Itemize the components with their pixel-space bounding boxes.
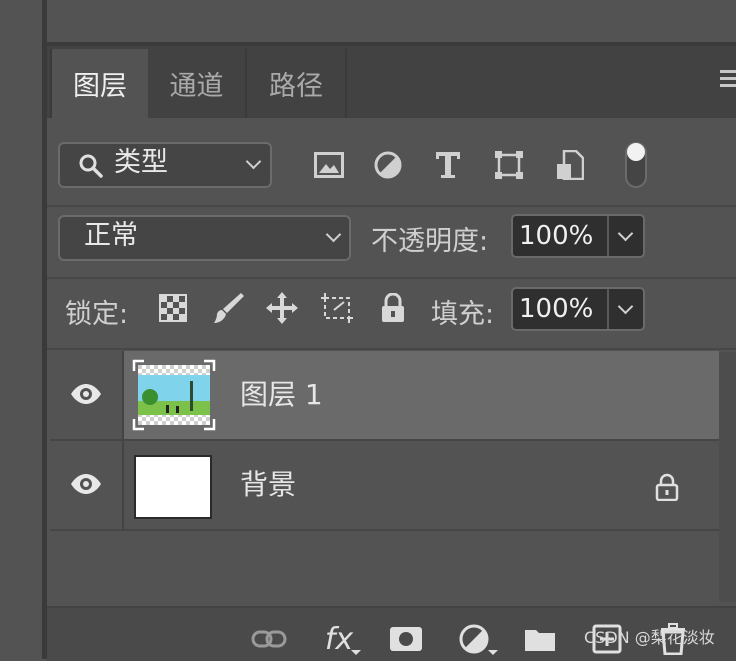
filter-toggle[interactable] bbox=[625, 142, 647, 188]
lock-transparent-icon[interactable] bbox=[156, 290, 190, 326]
layer-name[interactable]: 图层 1 bbox=[240, 351, 323, 439]
fx-icon[interactable]: fx bbox=[319, 621, 361, 657]
fill-value: 100% bbox=[519, 294, 594, 324]
chevron-down-icon bbox=[325, 226, 342, 243]
tab-channels[interactable]: 通道 bbox=[148, 49, 247, 118]
search-icon bbox=[79, 154, 103, 178]
lock-label: 锁定: bbox=[65, 299, 129, 330]
pixel-filter-icon[interactable] bbox=[312, 147, 346, 183]
tab-layers-label: 图层 bbox=[73, 71, 127, 102]
layer-thumbnail-white[interactable] bbox=[134, 455, 212, 519]
fx-dropdown-marker bbox=[351, 650, 361, 655]
chevron-down-icon[interactable] bbox=[617, 225, 634, 242]
filter-kind-select[interactable]: 类型 bbox=[58, 142, 272, 188]
divider bbox=[47, 277, 736, 279]
chevron-down-icon[interactable] bbox=[617, 298, 634, 315]
adjustment-filter-icon[interactable] bbox=[371, 147, 405, 183]
mask-icon[interactable] bbox=[386, 622, 426, 656]
opacity-input[interactable]: 100% bbox=[511, 214, 645, 258]
lock-icon[interactable] bbox=[655, 473, 679, 501]
layer-row-background[interactable]: 背景 bbox=[50, 441, 719, 529]
blend-mode-select[interactable]: 正常 bbox=[58, 215, 351, 261]
lock-artboard-icon[interactable] bbox=[320, 290, 354, 326]
toggle-knob bbox=[627, 143, 645, 161]
opacity-value: 100% bbox=[519, 221, 594, 251]
lock-pixels-brush-icon[interactable] bbox=[212, 290, 246, 326]
visibility-column bbox=[50, 441, 124, 529]
fx-label: fx bbox=[324, 621, 354, 657]
divider bbox=[47, 205, 736, 207]
layers-scrollbar[interactable] bbox=[719, 352, 736, 602]
filter-kind-label: 类型 bbox=[114, 147, 168, 178]
watermark-text: CSDN @梨花淡妆 bbox=[584, 628, 715, 647]
layer-thumbnail-image[interactable] bbox=[130, 357, 218, 433]
eye-icon[interactable] bbox=[70, 473, 102, 495]
chevron-down-icon bbox=[245, 153, 262, 170]
left-gutter bbox=[0, 0, 42, 659]
link-icon[interactable] bbox=[249, 622, 289, 656]
lock-all-icon[interactable] bbox=[376, 290, 410, 326]
blend-mode-label: 正常 bbox=[84, 220, 138, 251]
layer-name[interactable]: 背景 bbox=[240, 441, 296, 529]
divider bbox=[50, 529, 719, 531]
panel-menu-icon[interactable] bbox=[720, 70, 736, 94]
tab-layers[interactable]: 图层 bbox=[50, 49, 148, 118]
eye-icon[interactable] bbox=[70, 383, 102, 405]
adjustment-dropdown-marker bbox=[488, 650, 498, 655]
folder-icon[interactable] bbox=[520, 622, 560, 656]
visibility-column bbox=[50, 351, 124, 439]
layers-panel: 图层 通道 路径 类型 正常 不透明度: 100% 锁定: 填充: 100% 图… bbox=[47, 46, 736, 661]
tab-paths-label: 路径 bbox=[269, 71, 323, 102]
fill-input[interactable]: 100% bbox=[511, 287, 645, 331]
adjustment-icon[interactable] bbox=[454, 622, 498, 656]
opacity-label: 不透明度: bbox=[371, 226, 489, 257]
fill-label: 填充: bbox=[431, 299, 495, 330]
lock-position-move-icon[interactable] bbox=[265, 290, 299, 326]
type-filter-icon[interactable] bbox=[431, 147, 465, 183]
layer-row-layer1[interactable]: 图层 1 bbox=[50, 351, 719, 439]
shape-filter-icon[interactable] bbox=[492, 147, 526, 183]
upper-panel bbox=[47, 0, 736, 46]
tab-paths[interactable]: 路径 bbox=[247, 49, 347, 118]
smart-object-filter-icon[interactable] bbox=[553, 147, 587, 183]
divider bbox=[47, 348, 736, 350]
tab-channels-label: 通道 bbox=[169, 71, 224, 102]
tab-bar: 图层 通道 路径 bbox=[47, 46, 736, 118]
